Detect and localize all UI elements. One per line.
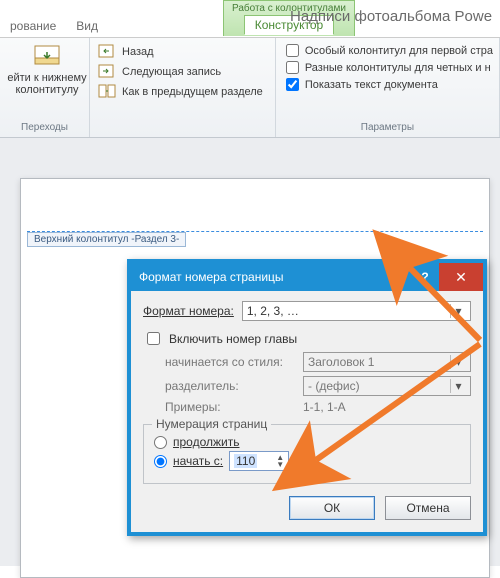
dialog-title: Формат номера страницы [139, 270, 284, 284]
link-previous-button[interactable]: Как в предыдущем разделе [94, 83, 271, 101]
opt-first-page-checkbox[interactable] [286, 44, 299, 57]
radio-start-at[interactable] [154, 455, 167, 468]
ribbon-tabs: рование Вид Работа с колонтитулами Конст… [0, 0, 500, 38]
starts-style-label: начинается со стиля: [165, 355, 295, 369]
document-title: Надписи фотоальбома Powe [290, 8, 492, 29]
group-transitions-list: Назад Следующая запись Как в предыдущем … [90, 38, 276, 137]
nav-next-button[interactable]: Следующая запись [94, 63, 271, 81]
start-at-value: 110 [234, 454, 257, 468]
opt-odd-even-checkbox[interactable] [286, 61, 299, 74]
tab-view[interactable]: Вид [66, 19, 108, 37]
spinner-arrows-icon[interactable]: ▲▼ [276, 454, 284, 468]
chevron-down-icon: ▾ [450, 304, 466, 318]
starts-style-combo: Заголовок 1 ▾ [303, 352, 471, 372]
chapter-subsection: начинается со стиля: Заголовок 1 ▾ разде… [165, 352, 471, 414]
format-label: Формат номера: [143, 304, 234, 318]
separator-label: разделитель: [165, 379, 295, 393]
chevron-down-icon: ▾ [450, 379, 466, 393]
nav-next-label: Следующая запись [122, 66, 221, 78]
cancel-button[interactable]: Отмена [385, 496, 471, 520]
opt-first-page-label: Особый колонтитул для первой стра [305, 45, 493, 57]
separator-value: - (дефис) [308, 379, 360, 393]
include-chapter-label: Включить номер главы [169, 332, 297, 346]
goto-lower-label: ейти к нижнему колонтитулу [7, 72, 86, 96]
opt-odd-even-label: Разные колонтитулы для четных и н [305, 62, 491, 74]
page: Верхний колонтитул -Раздел 3- Формат ном… [20, 178, 490, 578]
numbering-fieldset: Нумерация страниц продолжить начать с: 1… [143, 424, 471, 484]
chevron-down-icon: ▾ [450, 355, 466, 369]
dialog-help-button[interactable]: ? [411, 263, 439, 291]
document-area: Верхний колонтитул -Раздел 3- Формат ном… [0, 138, 500, 566]
group-label-options: Параметры [280, 120, 495, 135]
number-format-value: 1, 2, 3, … [247, 304, 299, 318]
nav-back-button[interactable]: Назад [94, 43, 271, 61]
opt-show-doc-checkbox[interactable] [286, 78, 299, 91]
page-number-format-dialog: Формат номера страницы ? ✕ Формат номера… [127, 259, 487, 536]
radio-continue[interactable] [154, 436, 167, 449]
start-at-spinner[interactable]: 110 ▲▼ [229, 451, 289, 471]
opt-odd-even[interactable]: Разные колонтитулы для четных и н [284, 60, 495, 75]
header-section-tag: Верхний колонтитул -Раздел 3- [27, 232, 186, 247]
goto-lower-header-button[interactable]: ейти к нижнему колонтитулу [4, 40, 90, 96]
separator-combo: - (дефис) ▾ [303, 376, 471, 396]
group-options: Особый колонтитул для первой стра Разные… [276, 38, 500, 137]
number-format-combo[interactable]: 1, 2, 3, … ▾ [242, 301, 471, 321]
radio-start-label: начать с: [173, 454, 223, 468]
opt-show-doc-label: Показать текст документа [305, 79, 438, 91]
link-prev-label: Как в предыдущем разделе [122, 86, 263, 98]
next-icon [98, 64, 116, 80]
include-chapter-checkbox[interactable] [147, 332, 160, 345]
ok-button[interactable]: ОК [289, 496, 375, 520]
nav-back-label: Назад [122, 46, 154, 58]
group-label-transitions: Переходы [4, 120, 85, 135]
link-prev-icon [98, 84, 116, 100]
opt-show-doc[interactable]: Показать текст документа [284, 77, 495, 92]
examples-label: Примеры: [165, 400, 295, 414]
close-icon: ✕ [455, 269, 467, 286]
dialog-titlebar[interactable]: Формат номера страницы ? ✕ [131, 263, 483, 291]
group-transitions-big: ейти к нижнему колонтитулу Переходы [0, 38, 90, 137]
radio-continue-label: продолжить [173, 435, 239, 449]
starts-style-value: Заголовок 1 [308, 355, 374, 369]
examples-value: 1-1, 1-A [303, 400, 346, 414]
goto-lower-icon [32, 44, 62, 70]
ribbon-body: ейти к нижнему колонтитулу Переходы Наза… [0, 38, 500, 138]
dialog-body: Формат номера: 1, 2, 3, … ▾ Включить ном… [131, 291, 483, 532]
opt-first-page[interactable]: Особый колонтитул для первой стра [284, 43, 495, 58]
numbering-legend: Нумерация страниц [152, 417, 271, 431]
back-icon [98, 44, 116, 60]
dialog-close-button[interactable]: ✕ [439, 263, 483, 291]
tab-format[interactable]: рование [0, 19, 66, 37]
